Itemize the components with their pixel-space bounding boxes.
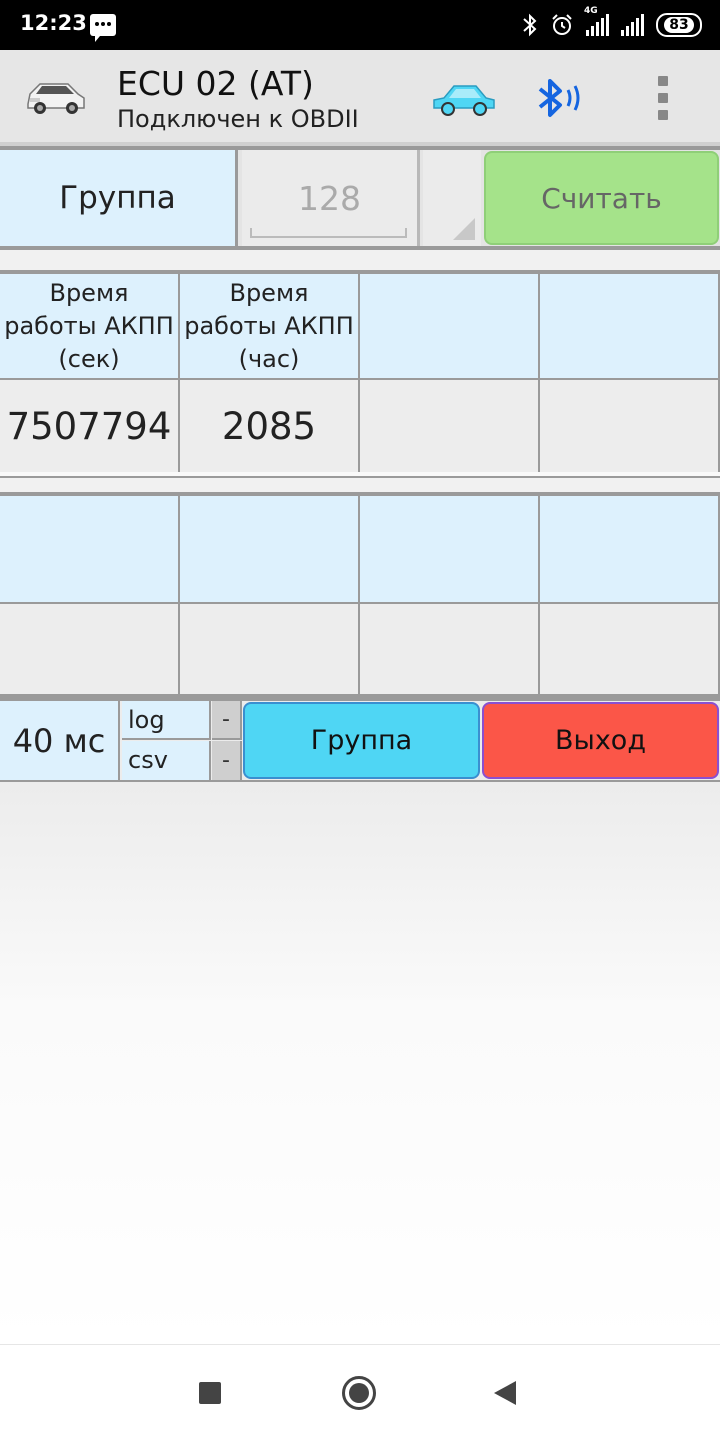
table-header-cell <box>0 496 180 602</box>
car-icon[interactable] <box>430 78 498 118</box>
group-label: Группа <box>0 150 238 246</box>
group-number-input[interactable]: 128 <box>242 150 420 246</box>
table-header-cell <box>540 274 720 378</box>
table-value-row: 7507794 2085 <box>0 378 720 472</box>
network-type: 4G <box>584 6 598 16</box>
table-value-cell: 7507794 <box>0 380 180 472</box>
table-header-cell: Время работы АКПП (сек) <box>0 274 180 378</box>
car-photo-icon <box>27 83 85 114</box>
connection-status: Подключен к OBDII <box>117 105 359 133</box>
status-time: 12:23 <box>20 11 87 35</box>
message-icon <box>90 14 116 42</box>
table-header-cell: Время работы АКПП (час) <box>180 274 360 378</box>
group-button[interactable]: Группа <box>243 702 480 779</box>
poll-interval[interactable]: 40 мс <box>0 701 120 780</box>
table-value-cell <box>540 380 720 472</box>
csv-toggle-label[interactable]: csv <box>122 741 211 780</box>
control-bar: 40 мс log csv - - Группа Выход <box>0 697 720 782</box>
read-button[interactable]: Считать <box>484 151 719 245</box>
table-header-row: Время работы АКПП (сек) Время работы АКП… <box>0 274 720 378</box>
group-dropdown-icon[interactable] <box>423 150 481 246</box>
table-value-cell: 2085 <box>180 380 360 472</box>
table-value-cell <box>540 604 720 694</box>
alarm-icon <box>552 14 572 35</box>
back-icon[interactable] <box>494 1381 516 1405</box>
table-value-cell <box>360 380 540 472</box>
battery-icon: 83 <box>656 13 702 37</box>
navigation-bar <box>0 1344 720 1440</box>
table-header-cell <box>360 274 540 378</box>
log-toggle-label[interactable]: log <box>122 701 211 740</box>
empty-area <box>0 782 720 1344</box>
exit-button[interactable]: Выход <box>482 702 719 779</box>
values-table-1: Время работы АКПП (сек) Время работы АКП… <box>0 270 720 480</box>
values-table-2 <box>0 492 720 698</box>
table-value-row <box>0 602 720 694</box>
csv-toggle[interactable]: - <box>212 741 242 780</box>
recents-icon[interactable] <box>199 1382 221 1404</box>
bluetooth-icon[interactable] <box>532 75 586 121</box>
signal-icon: 4G <box>584 6 609 36</box>
group-selector-row: Группа 128 Считать <box>0 146 720 250</box>
more-vert-icon[interactable] <box>656 76 670 122</box>
battery-level: 83 <box>664 17 694 33</box>
app-title: ECU 02 (AT) <box>117 64 314 103</box>
app-bar: ECU 02 (AT) Подключен к OBDII <box>0 50 720 146</box>
wifi-icon <box>621 14 644 36</box>
table-value-cell <box>180 604 360 694</box>
table-header-cell <box>540 496 720 602</box>
divider <box>0 250 720 270</box>
table-value-cell <box>360 604 540 694</box>
table-header-row <box>0 496 720 602</box>
status-icons: 4G 83 <box>522 6 702 40</box>
divider <box>0 478 720 492</box>
log-toggle[interactable]: - <box>212 701 242 740</box>
bluetooth-icon <box>523 13 537 37</box>
status-bar: 12:23 4G 83 <box>0 0 720 50</box>
table-header-cell <box>360 496 540 602</box>
table-header-cell <box>180 496 360 602</box>
home-icon[interactable] <box>342 1376 376 1410</box>
table-value-cell <box>0 604 180 694</box>
